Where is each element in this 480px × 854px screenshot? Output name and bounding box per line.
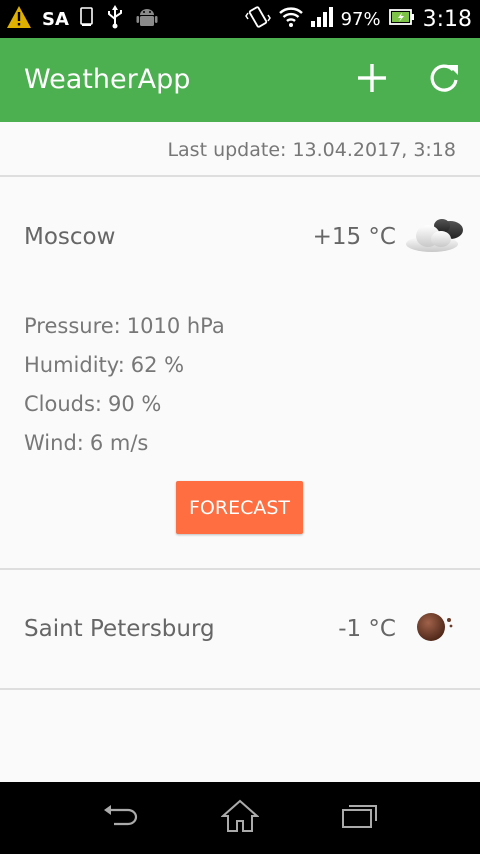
add-icon [357,63,387,97]
home-button[interactable] [212,798,268,838]
sim-icon [79,6,95,32]
app-title: WeatherApp [24,64,191,95]
clear-night-icon [414,610,458,648]
signal-icon [310,7,333,31]
refresh-button[interactable] [424,60,464,100]
clouds-value: 90 % [108,392,162,416]
recents-button[interactable] [332,798,388,838]
city-temperature: +15 °C [312,224,396,250]
divider [0,568,480,570]
usb-icon [105,5,125,33]
city-name: Saint Petersburg [24,616,215,642]
status-bar: SA 97% 3:18 [0,0,480,38]
pressure-row: Pressure: 1010 hPa [24,314,225,338]
warning-icon [6,5,32,33]
vibrate-icon [244,5,271,33]
humidity-value: 62 % [130,353,185,377]
humidity-label: Humidity: [24,353,125,377]
app-bar: WeatherApp [0,38,480,122]
refresh-icon [427,61,461,99]
wind-label: Wind: [24,431,84,455]
carrier-label: SA [42,8,69,30]
wifi-icon [278,6,303,32]
humidity-row: Humidity: 62 % [24,353,184,377]
divider [0,175,480,177]
city-temperature: -1 °C [338,616,396,642]
clouds-row: Clouds: 90 % [24,392,161,416]
clock: 3:18 [422,6,472,32]
pressure-label: Pressure: [24,314,121,338]
forecast-button[interactable]: FORECAST [176,481,303,534]
back-button[interactable] [92,798,148,838]
last-update-label: Last update: 13.04.2017, 3:18 [167,139,456,161]
city-name: Moscow [24,224,116,250]
back-icon [100,801,140,835]
pressure-value: 1010 hPa [126,314,225,338]
wind-row: Wind: 6 m/s [24,431,148,455]
recents-icon [341,801,379,835]
clouds-label: Clouds: [24,392,103,416]
divider [0,688,480,690]
battery-percent: 97% [340,8,381,30]
wind-value: 6 m/s [89,431,149,455]
android-icon [135,5,159,33]
cloudy-night-icon [404,214,466,260]
battery-icon [388,8,415,30]
navigation-bar [0,782,480,854]
add-city-button[interactable] [352,60,392,100]
home-icon [220,799,260,837]
